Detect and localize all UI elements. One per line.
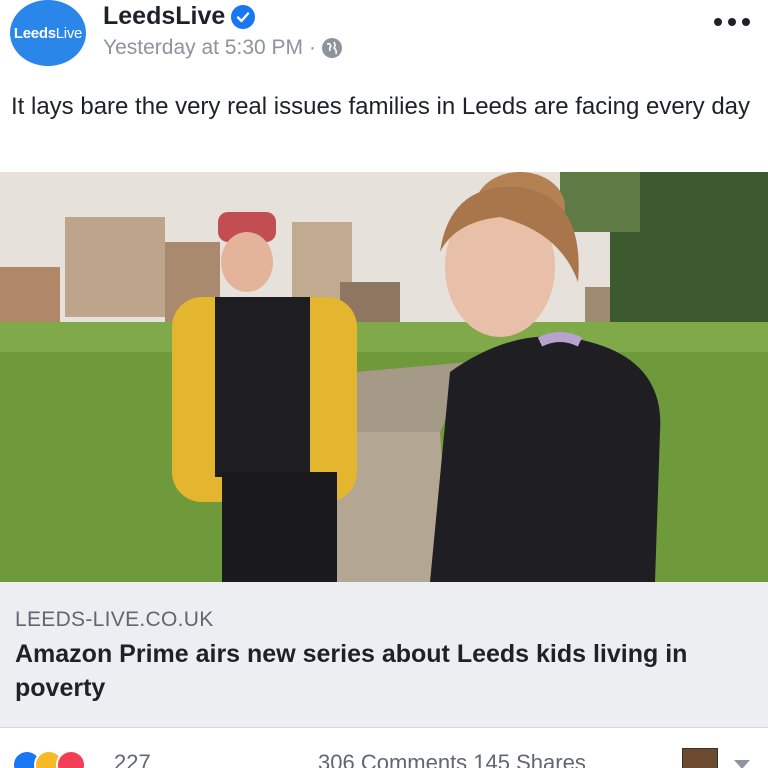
post-timestamp[interactable]: Yesterday at 5:30 PM (103, 36, 303, 60)
post-header: Leeds Live LeedsLive Yesterday at 5:30 PM… (0, 0, 768, 82)
link-preview[interactable]: LEEDS-LIVE.CO.UK Amazon Prime airs new s… (0, 582, 768, 728)
link-title[interactable]: Amazon Prime airs new series about Leeds… (15, 637, 755, 705)
link-preview-image[interactable] (0, 172, 768, 582)
more-dot (714, 18, 722, 26)
more-dot (742, 18, 750, 26)
avatar-text-light: Live (55, 24, 83, 42)
chevron-down-icon[interactable] (734, 760, 750, 768)
page-avatar[interactable]: Leeds Live (10, 0, 86, 66)
preview-photo (0, 172, 768, 582)
post-meta: Yesterday at 5:30 PM · (103, 36, 343, 60)
viewer-avatar[interactable] (682, 748, 718, 768)
love-icon (56, 750, 86, 768)
link-domain: LEEDS-LIVE.CO.UK (15, 608, 214, 631)
engagement-bar: 227 306 Comments 145 Shares (0, 728, 768, 768)
post-text: It lays bare the very real issues famili… (11, 93, 751, 120)
verified-badge-icon (231, 4, 256, 29)
reaction-count[interactable]: 227 (114, 750, 151, 768)
avatar-text-bold: Leeds (13, 24, 56, 42)
reaction-icons[interactable] (12, 750, 86, 768)
more-dot (728, 18, 736, 26)
page-name[interactable]: LeedsLive (103, 2, 225, 31)
more-options-icon[interactable] (714, 12, 750, 32)
meta-separator: · (309, 36, 317, 59)
page-name-row: LeedsLive (103, 2, 256, 31)
comments-shares-count[interactable]: 306 Comments 145 Shares (318, 750, 586, 768)
globe-icon (322, 38, 343, 58)
